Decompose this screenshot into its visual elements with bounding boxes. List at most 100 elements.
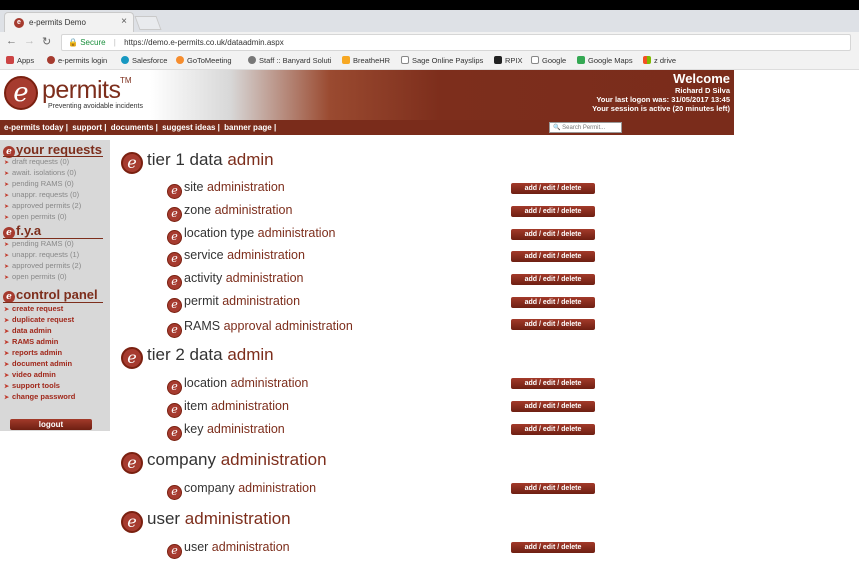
user-administration-link[interactable]: e user administration	[167, 540, 290, 559]
bookmark-staff[interactable]: Staff :: Banyard Soluti	[248, 56, 331, 65]
sidebar-item-rams-admin[interactable]: ➤ RAMS admin	[4, 337, 75, 348]
screen-top-bar	[0, 0, 859, 10]
service-add-edit-delete-button[interactable]: add / edit / delete	[511, 251, 595, 262]
e-logo-icon: e	[167, 230, 182, 245]
sidebar-item-video-admin[interactable]: ➤ video admin	[4, 370, 75, 381]
location-type-administration-link[interactable]: e location type administration	[167, 226, 336, 245]
e-logo-icon: e	[167, 207, 182, 222]
key-administration-link[interactable]: e key administration	[167, 422, 285, 441]
sidebar-item-duplicate-request[interactable]: ➤ duplicate request	[4, 315, 75, 326]
location-administration-link[interactable]: e location administration	[167, 376, 308, 395]
menu-epermits-today[interactable]: e-permits today |	[4, 123, 68, 132]
bookmark-google-maps[interactable]: Google Maps	[577, 56, 633, 65]
secure-label: Secure	[80, 38, 106, 47]
fya-list: ➤ pending RAMS (0) ➤ unappr. requests (1) …	[4, 239, 81, 283]
logo-tagline: Preventing avoidable incidents	[48, 103, 143, 110]
key-add-edit-delete-button[interactable]: add / edit / delete	[511, 424, 595, 435]
sidebar-item-fya-open-permits[interactable]: ➤ open permits (0)	[4, 272, 81, 283]
service-administration-link[interactable]: e service administration	[167, 248, 305, 267]
sidebar-item-pending-rams[interactable]: ➤ pending RAMS (0)	[4, 179, 81, 190]
arrow-right-icon: ➤	[4, 253, 10, 259]
permit-administration-link[interactable]: e permit administration	[167, 294, 300, 313]
sidebar-item-data-admin[interactable]: ➤ data admin	[4, 326, 75, 337]
arrow-right-icon: ➤	[4, 318, 10, 324]
logo-trademark: TM	[120, 76, 132, 85]
item-add-edit-delete-button[interactable]: add / edit / delete	[511, 401, 595, 412]
activity-administration-link[interactable]: e activity administration	[167, 271, 304, 290]
location-add-edit-delete-button[interactable]: add / edit / delete	[511, 378, 595, 389]
sidebar-item-change-password[interactable]: ➤ change password	[4, 392, 75, 403]
search-permit-input[interactable]: 🔍 Search Permit...	[549, 122, 622, 133]
zone-add-edit-delete-button[interactable]: add / edit / delete	[511, 206, 595, 217]
item-administration-link[interactable]: e item administration	[167, 399, 289, 418]
sidebar-item-reports-admin[interactable]: ➤ reports admin	[4, 348, 75, 359]
main-menu: e-permits today | support | documents | …	[0, 120, 734, 135]
arrow-right-icon: ➤	[4, 264, 10, 270]
bookmark-google[interactable]: Google	[531, 56, 566, 65]
salesforce-cloud-icon	[121, 56, 129, 64]
sidebar-item-fya-approved-permits[interactable]: ➤ approved permits (2)	[4, 261, 81, 272]
tab-strip: e e-permits Demo ×	[0, 10, 859, 32]
logout-button[interactable]: logout	[10, 419, 92, 430]
bookmark-apps[interactable]: Apps	[6, 56, 34, 65]
arrow-right-icon: ➤	[4, 193, 10, 199]
permit-add-edit-delete-button[interactable]: add / edit / delete	[511, 297, 595, 308]
e-logo-icon: e	[121, 152, 143, 174]
user-heading: e user administration	[121, 509, 291, 533]
url-input[interactable]: 🔒 Secure | https://demo.e-permits.co.uk/…	[61, 34, 851, 51]
sidebar-item-fya-pending-rams[interactable]: ➤ pending RAMS (0)	[4, 239, 81, 250]
fya-heading: e f.y.a	[3, 223, 41, 239]
sidebar-item-create-request[interactable]: ➤ create request	[4, 304, 75, 315]
menu-banner-page[interactable]: banner page |	[224, 123, 276, 132]
back-arrow-icon[interactable]: ←	[6, 35, 17, 47]
sidebar-item-fya-unappr-requests[interactable]: ➤ unappr. requests (1)	[4, 250, 81, 261]
sidebar-item-unappr-requests[interactable]: ➤ unappr. requests (0)	[4, 190, 81, 201]
menu-support[interactable]: support |	[72, 123, 106, 132]
rams-add-edit-delete-button[interactable]: add / edit / delete	[511, 319, 595, 330]
sidebar-item-support-tools[interactable]: ➤ support tools	[4, 381, 75, 392]
close-tab-icon[interactable]: ×	[121, 16, 127, 27]
bookmark-rpix[interactable]: RPIX	[494, 56, 523, 65]
bookmark-epermits[interactable]: e-permits login	[47, 56, 107, 65]
e-logo-icon: e	[167, 380, 182, 395]
rams-approval-administration-link[interactable]: e RAMS approval administration	[167, 319, 353, 338]
bookmark-sage[interactable]: Sage Online Payslips	[401, 56, 483, 65]
activity-add-edit-delete-button[interactable]: add / edit / delete	[511, 274, 595, 285]
reload-icon[interactable]: ↻	[42, 35, 51, 48]
welcome-panel: Welcome Richard D Silva Your last logon …	[592, 72, 730, 114]
url-separator: |	[113, 38, 116, 47]
site-add-edit-delete-button[interactable]: add / edit / delete	[511, 183, 595, 194]
logo-text: permits	[42, 76, 121, 104]
zone-administration-link[interactable]: e zone administration	[167, 203, 292, 222]
e-logo-icon: e	[167, 252, 182, 267]
company-administration-link[interactable]: e company administration	[167, 481, 316, 500]
forward-arrow-icon[interactable]: →	[24, 35, 35, 47]
tier2-heading: e tier 2 data admin	[121, 345, 274, 369]
page-icon	[531, 56, 539, 64]
sidebar-item-open-permits[interactable]: ➤ open permits (0)	[4, 212, 81, 223]
bookmark-salesforce[interactable]: Salesforce	[121, 56, 167, 65]
user-add-edit-delete-button[interactable]: add / edit / delete	[511, 542, 595, 553]
location-type-add-edit-delete-button[interactable]: add / edit / delete	[511, 229, 595, 240]
site-administration-link[interactable]: e site administration	[167, 180, 285, 199]
bookmark-z-drive[interactable]: z drive	[643, 56, 676, 65]
session-status: Your session is active (20 minutes left)	[592, 104, 730, 113]
bookmark-gotomeeting[interactable]: GoToMeeting	[176, 56, 232, 65]
new-tab-button[interactable]	[134, 16, 162, 30]
menu-suggest-ideas[interactable]: suggest ideas |	[162, 123, 220, 132]
menu-documents[interactable]: documents |	[111, 123, 158, 132]
current-time: 31/05/2017 14:04	[796, 121, 855, 130]
sidebar-item-approved-permits[interactable]: ➤ approved permits (2)	[4, 201, 81, 212]
sidebar-item-draft-requests[interactable]: ➤ draft requests (0)	[4, 157, 81, 168]
arrow-right-icon: ➤	[4, 160, 10, 166]
sidebar-item-await-isolations[interactable]: ➤ await. isolations (0)	[4, 168, 81, 179]
divider	[3, 302, 103, 303]
sidebar-item-document-admin[interactable]: ➤ document admin	[4, 359, 75, 370]
company-add-edit-delete-button[interactable]: add / edit / delete	[511, 483, 595, 494]
arrow-right-icon: ➤	[4, 340, 10, 346]
control-panel-heading: e control panel	[3, 287, 98, 303]
e-logo-icon: e	[167, 275, 182, 290]
arrow-right-icon: ➤	[4, 171, 10, 177]
browser-tab[interactable]: e e-permits Demo ×	[4, 12, 134, 32]
bookmark-breathehr[interactable]: BreatheHR	[342, 56, 390, 65]
